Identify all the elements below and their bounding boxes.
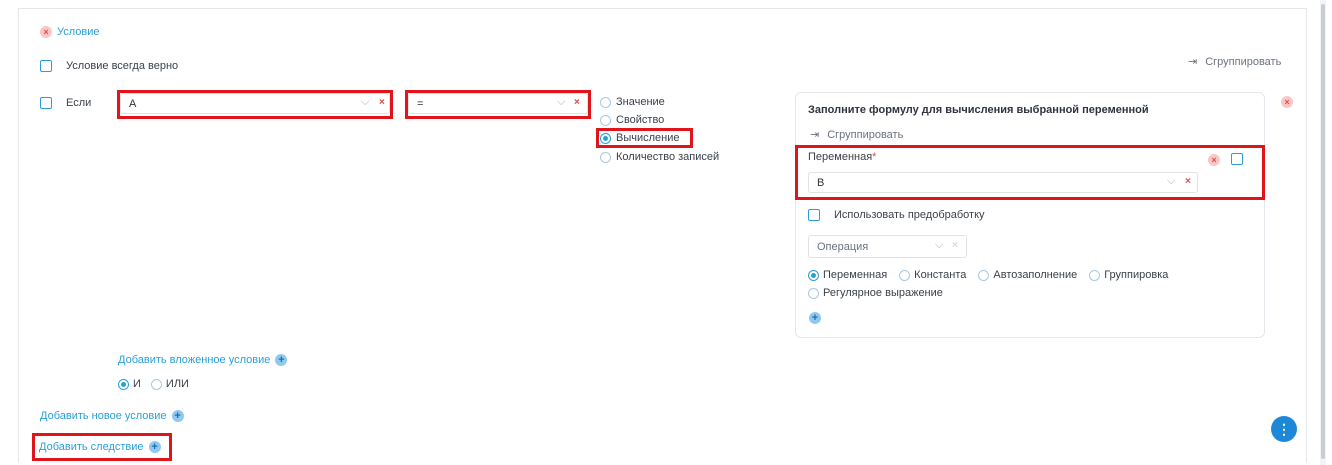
add-plus-icon: +	[275, 354, 288, 366]
source-option-label[interactable]: Группировка	[1104, 269, 1168, 281]
variable-label-row: Переменная *	[808, 151, 876, 163]
clear-icon[interactable]: ×	[574, 97, 580, 108]
remove-panel-icon[interactable]: ×	[1281, 96, 1293, 108]
condition-header-label[interactable]: Условие	[57, 26, 100, 38]
radio-button[interactable]	[600, 151, 611, 163]
value-type-option[interactable]: Количество записей	[600, 151, 719, 163]
if-row: Если	[40, 97, 91, 109]
logic-and-label[interactable]: И	[133, 378, 141, 390]
value-type-option[interactable]: Значение	[600, 96, 665, 108]
always-true-row: Условие всегда верно	[40, 60, 178, 72]
source-option-label[interactable]: Константа	[914, 269, 966, 281]
radio-button[interactable]	[1089, 269, 1101, 281]
radio-button[interactable]	[600, 114, 611, 126]
source-option-regex[interactable]: Регулярное выражение	[808, 287, 943, 299]
operator-select-value: =	[417, 98, 424, 110]
chevron-down-icon[interactable]: ⌵	[361, 96, 369, 109]
value-type-label: Вычисление	[616, 132, 680, 144]
radio-button[interactable]	[978, 269, 990, 281]
remove-variable-icon[interactable]: ×	[1208, 154, 1220, 166]
variable-label: Переменная	[808, 151, 873, 163]
add-plus-icon[interactable]: +	[809, 312, 821, 324]
radio-button-selected[interactable]	[808, 269, 819, 281]
variable-select[interactable]: B ⌵ ×	[808, 172, 1198, 193]
remove-condition-icon[interactable]: ×	[40, 26, 52, 38]
always-true-label: Условие всегда верно	[66, 60, 179, 72]
value-type-option[interactable]: Свойство	[600, 114, 664, 126]
source-option-label[interactable]: Автозаполнение	[993, 269, 1077, 281]
radio-button[interactable]	[808, 287, 819, 299]
variable-checkbox[interactable]	[1231, 153, 1243, 165]
clear-icon[interactable]: ×	[379, 97, 385, 108]
indent-icon: ⇥	[1188, 56, 1198, 68]
preprocess-label: Использовать предобработку	[834, 209, 985, 221]
radio-button-selected[interactable]	[118, 378, 129, 390]
add-consequence[interactable]: Добавить следствие +	[39, 441, 161, 453]
more-menu-button[interactable]: ⋮	[1271, 416, 1297, 442]
group-button-label: Сгруппировать	[1205, 55, 1282, 68]
add-nested-label: Добавить вложенное условие	[118, 354, 271, 366]
required-mark: *	[872, 151, 877, 163]
radio-button[interactable]	[899, 269, 911, 281]
preprocess-row: Использовать предобработку	[808, 209, 985, 221]
operation-select[interactable]: Операция ⌵ ×	[808, 235, 967, 258]
add-new-condition[interactable]: Добавить новое условие +	[40, 410, 184, 422]
preprocess-checkbox[interactable]	[808, 209, 820, 221]
logic-options: И ИЛИ	[118, 378, 189, 390]
value-type-option[interactable]: Вычисление	[600, 132, 680, 144]
if-checkbox[interactable]	[40, 97, 52, 109]
value-type-label: Свойство	[616, 114, 665, 126]
indent-icon: ⇥	[810, 129, 820, 141]
kebab-icon: ⋮	[1277, 421, 1291, 437]
value-type-label: Значение	[616, 96, 665, 108]
add-consequence-label: Добавить следствие	[39, 441, 144, 453]
field-select[interactable]: A ⌵ ×	[120, 93, 390, 114]
source-options-row: Переменная Константа Автозаполнение Груп…	[808, 269, 1168, 281]
panel-group-label: Сгруппировать	[827, 128, 904, 141]
if-label: Если	[66, 97, 92, 109]
always-true-checkbox[interactable]	[40, 60, 52, 72]
source-option-label: Регулярное выражение	[823, 287, 943, 299]
formula-panel-title: Заполните формулу для вычисления выбранн…	[808, 104, 1149, 116]
variable-select-value: B	[817, 177, 825, 189]
add-plus-icon: +	[148, 441, 161, 453]
field-select-value: A	[129, 98, 137, 110]
operation-placeholder: Операция	[817, 241, 869, 253]
clear-icon[interactable]: ×	[952, 240, 958, 251]
value-type-label: Количество записей	[616, 151, 720, 163]
condition-header: × Условие	[40, 26, 100, 38]
radio-button-selected[interactable]	[600, 132, 611, 144]
add-condition-label: Добавить новое условие	[40, 410, 167, 422]
operator-select[interactable]: = ⌵ ×	[408, 93, 588, 114]
source-option-label[interactable]: Переменная	[823, 269, 887, 281]
scrollbar-thumb[interactable]	[1321, 4, 1325, 459]
logic-or-label[interactable]: ИЛИ	[166, 378, 189, 390]
chevron-down-icon[interactable]: ⌵	[935, 239, 943, 252]
chevron-down-icon[interactable]: ⌵	[557, 96, 565, 109]
chevron-down-icon[interactable]: ⌵	[1167, 175, 1175, 188]
radio-button[interactable]	[600, 96, 611, 108]
add-plus-icon: +	[171, 410, 184, 422]
add-nested-condition[interactable]: Добавить вложенное условие +	[118, 354, 288, 366]
panel-group-button[interactable]: ⇥ Сгруппировать	[810, 128, 904, 142]
radio-button[interactable]	[150, 378, 162, 390]
group-button[interactable]: ⇥ Сгруппировать	[1188, 55, 1282, 69]
clear-icon[interactable]: ×	[1185, 176, 1191, 187]
